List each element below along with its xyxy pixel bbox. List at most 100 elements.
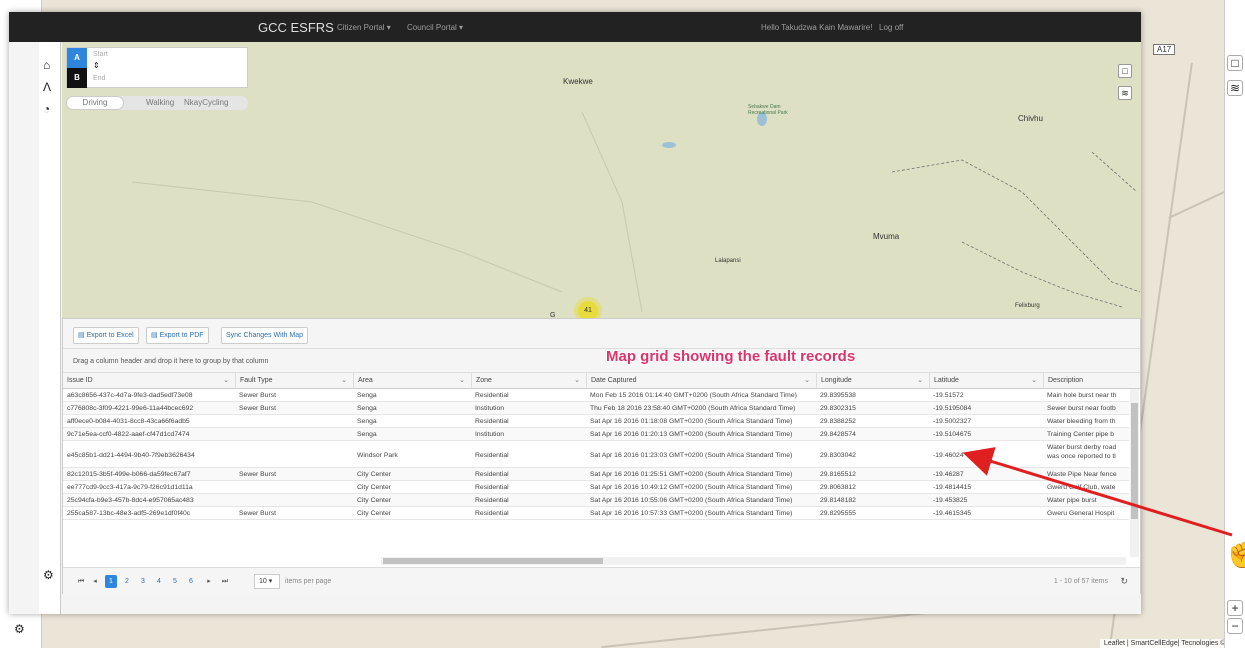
cell-description: Water pipe burst [1047, 497, 1097, 504]
mode-cycling[interactable]: NkayCycling [184, 98, 228, 107]
page-button[interactable]: 2 [121, 575, 133, 588]
first-page-button[interactable]: ⏮ [75, 575, 87, 588]
chevron-down-icon[interactable]: ⌄ [574, 376, 580, 384]
cell-date: Sat Apr 16 2016 10:49:12 GMT+0200 (South… [590, 484, 793, 491]
cell-fault-type: Sewer Burst [239, 392, 277, 399]
table-row[interactable]: 255ca587-13bc-48e3-adf5-269e1df0f40c Sew… [63, 507, 1129, 520]
route-panel: A Start ⇕ B End [66, 47, 248, 88]
table-row[interactable]: c776808c-3f09-4221-99e6-11a44bcec692 Sew… [63, 402, 1129, 415]
chevron-down-icon[interactable]: ⌄ [341, 376, 347, 384]
export-excel-button[interactable]: ▤ Export to Excel [73, 327, 139, 344]
cell-issue-id: aff0ece0-b084-4031-8cc8-43ca66f6adb5 [67, 418, 190, 425]
cell-issue-id: c776808c-3f09-4221-99e6-11a44bcec692 [67, 405, 194, 412]
zoom-out-button[interactable]: − [1227, 618, 1243, 634]
chevron-down-icon[interactable]: ⌄ [459, 376, 465, 384]
cell-date: Thu Feb 18 2016 23:58:40 GMT+0200 (South… [590, 405, 796, 412]
column-header-description[interactable]: Description [1043, 373, 1129, 389]
page-button[interactable]: 1 [105, 575, 117, 588]
page-button[interactable]: 6 [185, 575, 197, 588]
start-input[interactable]: Start [93, 51, 108, 58]
column-header-date[interactable]: Date Captured ⌄ [586, 373, 816, 389]
cell-longitude: 29.8148182 [820, 497, 856, 504]
column-header-label: Description [1048, 377, 1084, 384]
column-header-area[interactable]: Area ⌄ [353, 373, 471, 389]
column-header-fault-type[interactable]: Fault Type ⌄ [235, 373, 353, 389]
mode-driving[interactable]: Driving [66, 96, 124, 110]
cell-area: City Center [357, 471, 391, 478]
table-row[interactable]: aff0ece0-b084-4031-8cc8-43ca66f6adb5 Sen… [63, 415, 1129, 428]
refresh-icon[interactable]: ↻ [1120, 576, 1128, 587]
cell-issue-id: a63c8656-437c-4d7a-9fe3-dad5edf73e08 [67, 392, 193, 399]
page-button[interactable]: 3 [137, 575, 149, 588]
export-pdf-label: Export to PDF [159, 332, 204, 339]
layers-icon[interactable]: ≋ [1227, 80, 1243, 96]
page-size-select[interactable]: 10 ▾ [254, 574, 280, 589]
table-row[interactable]: 9c71e5ea-ccf0-4822-aaef-cf47d1cd7474 Sen… [63, 428, 1129, 441]
table-row[interactable]: a63c8656-437c-4d7a-9fe3-dad5edf73e08 Sew… [63, 389, 1129, 402]
council-portal-menu[interactable]: Council Portal ▾ [407, 23, 463, 32]
home-icon[interactable]: ⌂ [43, 58, 50, 72]
annotation-caption: Map grid showing the fault records [606, 348, 856, 365]
chevron-down-icon[interactable]: ⌄ [917, 376, 923, 384]
cell-longitude: 29.8428574 [820, 431, 856, 438]
grid-header-row: Issue ID ⌄ Fault Type ⌄ Area ⌄ Zone ⌄ Date C… [63, 373, 1140, 389]
road-icon[interactable]: Λ [43, 80, 51, 94]
table-row[interactable]: ee777cd9-9cc3-417a-9c79-f26c91d1d11a Cit… [63, 481, 1129, 494]
scroll-thumb[interactable] [1131, 403, 1138, 519]
cell-area: Windsor Park [357, 452, 398, 459]
road-sign-a17: A17 [1153, 44, 1176, 55]
navbar: GCC ESFRS Citizen Portal ▾ Council Porta… [9, 12, 1141, 42]
layers-icon[interactable]: ≋ [1118, 86, 1132, 100]
page-button[interactable]: 4 [153, 575, 165, 588]
cell-fault-type [235, 415, 353, 418]
chevron-down-icon[interactable]: ⌄ [1031, 376, 1037, 384]
column-header-issue-id[interactable]: Issue ID ⌄ [63, 373, 235, 389]
hand-cursor-icon: ☝ [1222, 531, 1245, 569]
table-row[interactable]: 82c12015-3b5f-499e-b066-da59fec67af7 Sew… [63, 468, 1129, 481]
app-sidebar: ⌂ Λ ◔ ⚙ [39, 42, 61, 614]
user-greeting[interactable]: Hello Takudzwa Kain Mawarire! [761, 23, 872, 32]
gear-icon[interactable]: ⚙ [14, 622, 25, 636]
cell-fault-type [235, 481, 353, 484]
zoom-in-button[interactable]: + [1227, 600, 1243, 616]
fullscreen-icon[interactable]: □ [1227, 55, 1243, 71]
fullscreen-icon[interactable]: □ [1118, 64, 1132, 78]
prev-page-button[interactable]: ◂ [89, 575, 101, 588]
column-header-latitude[interactable]: Latitude ⌄ [929, 373, 1043, 389]
column-header-zone[interactable]: Zone ⌄ [471, 373, 586, 389]
cell-longitude: 29.8302315 [820, 405, 856, 412]
grid-horizontal-scrollbar[interactable] [381, 557, 1126, 565]
column-header-longitude[interactable]: Longitude ⌄ [816, 373, 929, 389]
fault-grid: ▤ Export to Excel ▤ Export to PDF Sync C… [62, 318, 1141, 594]
swap-icon[interactable]: ⇕ [93, 61, 100, 70]
cell-latitude: -19.46287 [933, 471, 964, 478]
cell-description: Water bleeding from th [1047, 418, 1116, 425]
gear-icon[interactable]: ⚙ [43, 568, 54, 582]
next-page-button[interactable]: ▸ [203, 575, 215, 588]
last-page-button[interactable]: ⏭ [219, 575, 231, 588]
pie-chart-icon[interactable]: ◔ [43, 102, 50, 116]
end-input[interactable]: End [93, 75, 105, 82]
chevron-down-icon[interactable]: ⌄ [804, 376, 810, 384]
mode-walking[interactable]: Walking [146, 98, 174, 107]
citizen-portal-menu[interactable]: Citizen Portal ▾ [337, 23, 391, 32]
scroll-thumb[interactable] [383, 558, 603, 564]
travel-mode-toggle: Driving Walking NkayCycling [66, 96, 248, 110]
cell-area: Senga [357, 405, 377, 412]
logoff-link[interactable]: Log off [879, 23, 903, 32]
cell-date: Sat Apr 16 2016 01:23:03 GMT+0200 (South… [590, 452, 793, 459]
cell-latitude: -19.5104675 [933, 431, 972, 438]
table-row[interactable]: 25c94cfa-b9e3-457b-8dc4-e957065ac483 Cit… [63, 494, 1129, 507]
brand[interactable]: GCC ESFRS [258, 20, 334, 35]
grid-vertical-scrollbar[interactable] [1130, 389, 1139, 557]
sync-button[interactable]: Sync Changes With Map [221, 327, 309, 344]
page-button[interactable]: 5 [169, 575, 181, 588]
cell-zone: Residential [475, 510, 509, 517]
table-row[interactable]: e45c85b1-dd21-4494-9b40-7f9eb3626434 Win… [63, 441, 1129, 468]
chevron-down-icon[interactable]: ⌄ [223, 376, 229, 384]
cell-fault-type [235, 494, 353, 497]
cell-fault-type [235, 449, 353, 452]
export-pdf-button[interactable]: ▤ Export to PDF [146, 327, 209, 344]
group-drop-area[interactable]: Drag a column header and drop it here to… [63, 349, 1140, 373]
label-chivhu: Chivhu [1018, 114, 1043, 123]
